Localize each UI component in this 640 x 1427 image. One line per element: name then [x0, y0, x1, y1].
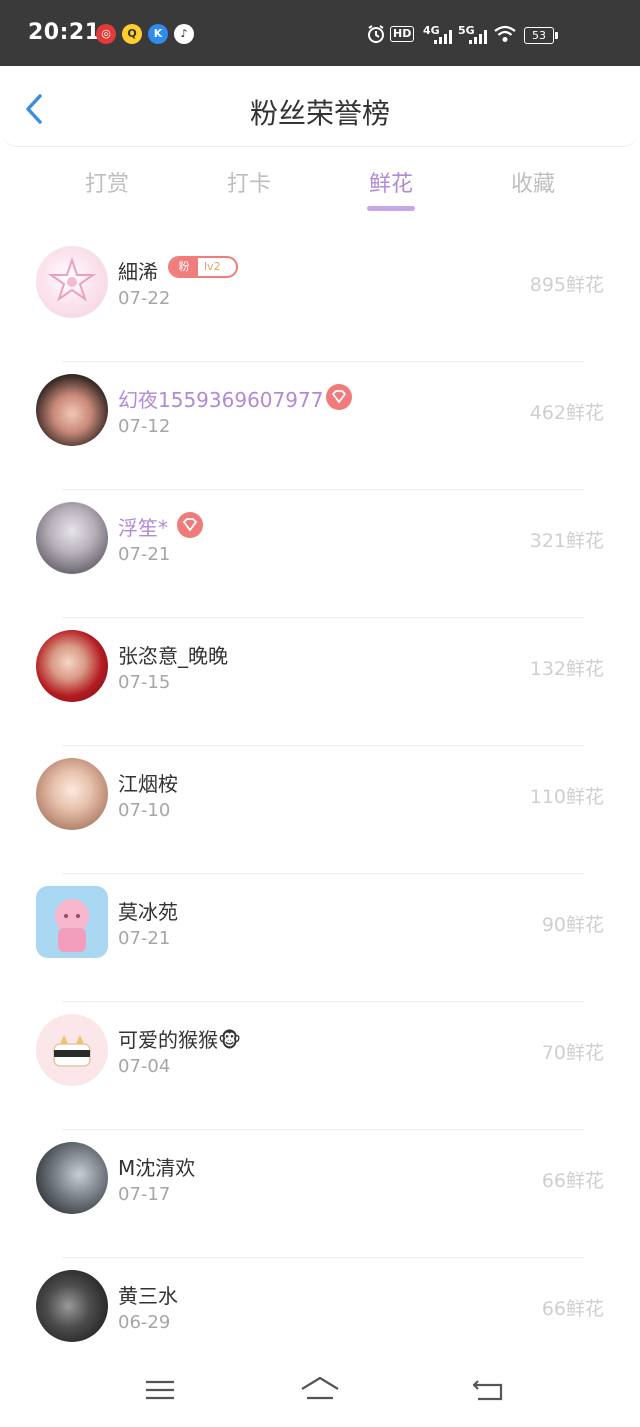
tab-checkin[interactable]: 打卡 — [201, 166, 297, 198]
tiktok-icon: ♪ — [174, 24, 194, 44]
gift-date: 07-15 — [118, 672, 171, 693]
user-name: 黄三水 — [118, 1284, 178, 1308]
back-icon[interactable] — [468, 1373, 508, 1407]
user-name: 浮笙* — [118, 516, 168, 540]
status-bar: 20:21 ◎ Q K ♪ HD 4G 5G 53 — [0, 0, 640, 66]
gift-date: 07-12 — [118, 416, 171, 437]
battery-icon: 53 — [524, 27, 558, 44]
tab-flowers[interactable]: 鲜花 — [343, 166, 439, 198]
gift-date: 07-22 — [118, 288, 171, 309]
list-item[interactable]: 江烟桉 07-10 110鲜花 — [0, 746, 640, 874]
user-name: 莫冰苑 — [118, 900, 178, 924]
user-name: 可爱的猴猴🐵 — [118, 1028, 242, 1052]
avatar[interactable] — [36, 1014, 108, 1086]
home-icon[interactable] — [298, 1373, 342, 1407]
avatar[interactable] — [36, 374, 108, 446]
tab-favorites[interactable]: 收藏 — [485, 166, 581, 198]
list-item[interactable]: 細浠 粉 lv2 07-22 895鲜花 — [0, 234, 640, 362]
diamond-icon — [177, 512, 203, 538]
tab-reward[interactable]: 打赏 — [59, 166, 155, 198]
avatar[interactable] — [36, 246, 108, 318]
signal-4g-icon — [434, 30, 452, 44]
pink-character-art — [55, 899, 89, 952]
flower-amount: 462鲜花 — [529, 402, 604, 424]
header: 粉丝荣誉榜 — [0, 66, 640, 147]
flower-amount: 90鲜花 — [541, 914, 604, 936]
flower-amount: 132鲜花 — [529, 658, 604, 680]
gift-date: 07-21 — [118, 544, 171, 565]
flower-amount: 895鲜花 — [529, 274, 604, 296]
gift-date: 07-17 — [118, 1184, 171, 1205]
fan-badge-label: 粉 — [170, 258, 198, 276]
active-tab-indicator — [367, 206, 415, 211]
flower-amount: 321鲜花 — [529, 530, 604, 552]
qq-icon: Q — [122, 24, 142, 44]
flower-amount: 66鲜花 — [541, 1170, 604, 1192]
flower-amount: 66鲜花 — [541, 1298, 604, 1320]
alarm-icon — [368, 25, 384, 43]
gift-date: 06-29 — [118, 1312, 171, 1333]
fan-badge-level: lv2 — [204, 260, 221, 273]
hd-label: HD — [390, 26, 415, 42]
list-item[interactable]: 幻夜1559369607977 07-12 462鲜花 — [0, 362, 640, 490]
avatar[interactable] — [36, 758, 108, 830]
fan-ranking-list: 細浠 粉 lv2 07-22 895鲜花 幻夜1559369607977 07-… — [0, 234, 640, 1386]
kugou-icon: K — [148, 24, 168, 44]
user-name: 細浠 — [118, 260, 158, 284]
user-name: M沈清欢 — [118, 1156, 196, 1180]
avatar[interactable] — [36, 1270, 108, 1342]
wifi-icon — [494, 25, 516, 42]
tab-bar: 打赏 打卡 鲜花 收藏 — [0, 160, 640, 218]
user-name: 张恣意_晚晚 — [118, 644, 228, 668]
menu-icon[interactable] — [140, 1373, 180, 1407]
list-item[interactable]: 浮笙* 07-21 321鲜花 — [0, 490, 640, 618]
avatar[interactable] — [36, 886, 108, 958]
list-item[interactable]: 张恣意_晚晚 07-15 132鲜花 — [0, 618, 640, 746]
user-name: 江烟桉 — [118, 772, 178, 796]
signal-5g-icon — [469, 30, 487, 44]
netease-music-icon: ◎ — [96, 24, 116, 44]
flower-amount: 70鲜花 — [541, 1042, 604, 1064]
status-time: 20:21 — [28, 20, 101, 45]
user-name: 幻夜1559369607977 — [118, 388, 324, 412]
list-item[interactable]: M沈清欢 07-17 66鲜花 — [0, 1130, 640, 1258]
avatar[interactable] — [36, 630, 108, 702]
star-avatar-art — [47, 256, 97, 302]
fan-level-badge: 粉 lv2 — [168, 256, 238, 278]
list-item[interactable]: 莫冰苑 07-21 90鲜花 — [0, 874, 640, 1002]
avatar[interactable] — [36, 1142, 108, 1214]
diamond-icon — [326, 384, 352, 410]
gift-date: 07-04 — [118, 1056, 171, 1077]
flower-amount: 110鲜花 — [529, 786, 604, 808]
page-title: 粉丝荣誉榜 — [249, 97, 390, 130]
system-nav-bar — [0, 1361, 640, 1427]
gift-date: 07-21 — [118, 928, 171, 949]
gift-date: 07-10 — [118, 800, 171, 821]
list-item[interactable]: 可爱的猴猴🐵 07-04 70鲜花 — [0, 1002, 640, 1130]
sushi-cat-art — [53, 1035, 91, 1067]
avatar[interactable] — [36, 502, 108, 574]
